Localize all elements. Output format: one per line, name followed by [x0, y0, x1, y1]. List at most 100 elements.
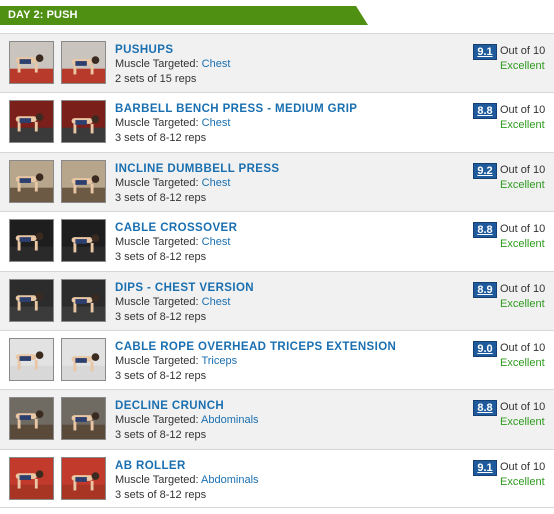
- rating-verdict: Excellent: [500, 178, 545, 191]
- rating: 9.1 Out of 10 Excellent: [473, 459, 553, 494]
- sets-reps: 3 sets of 8-12 reps: [115, 132, 207, 145]
- bench-press-start-image[interactable]: [9, 100, 54, 144]
- muscle-targeted: Muscle Targeted: Chest: [115, 57, 455, 72]
- muscle-targeted-label: Muscle Targeted:: [115, 354, 199, 367]
- muscle-targeted: Muscle Targeted: Chest: [115, 176, 455, 191]
- bench-press-end-image[interactable]: [61, 100, 106, 144]
- incline-press-start-image[interactable]: [9, 159, 54, 203]
- ab-roller-end-image[interactable]: [61, 456, 106, 500]
- decline-crunch-end-image[interactable]: [61, 397, 106, 441]
- rating-score-badge[interactable]: 8.9: [473, 281, 497, 298]
- exercise-info: BARBELL BENCH PRESS - MEDIUM GRIP Muscle …: [115, 102, 455, 146]
- exercise-title-link[interactable]: AB ROLLER: [115, 459, 455, 473]
- rating-out-of: Out of 10: [500, 223, 546, 236]
- exercise-row: PUSHUPS Muscle Targeted: Chest 2 sets of 1…: [0, 33, 554, 93]
- exercise-info: CABLE ROPE OVERHEAD TRICEPS EXTENSION Mus…: [115, 340, 455, 384]
- exercise-info: INCLINE DUMBBELL PRESS Muscle Targeted: C…: [115, 162, 455, 206]
- muscle-link[interactable]: Chest: [202, 58, 231, 70]
- exercise-info: PUSHUPS Muscle Targeted: Chest 2 sets of 1…: [115, 43, 455, 87]
- day-title: DAY 2: PUSH: [8, 9, 78, 21]
- rating-score-badge[interactable]: 8.8: [473, 222, 497, 239]
- exercise-title-link[interactable]: PUSHUPS: [115, 43, 455, 57]
- rating-verdict: Excellent: [500, 297, 545, 310]
- sets-reps: 3 sets of 8-12 reps: [115, 191, 207, 204]
- decline-crunch-start-image[interactable]: [9, 397, 54, 441]
- rating-out-of: Out of 10: [500, 45, 546, 57]
- pushup-end-image[interactable]: [61, 41, 106, 84]
- exercise-title-link[interactable]: BARBELL BENCH PRESS - MEDIUM GRIP: [115, 102, 455, 116]
- muscle-link[interactable]: Chest: [202, 296, 231, 308]
- muscle-link[interactable]: Chest: [202, 117, 231, 129]
- rating-verdict: Excellent: [500, 119, 545, 132]
- muscle-link[interactable]: Chest: [202, 177, 231, 189]
- muscle-targeted: Muscle Targeted: Chest: [115, 295, 455, 310]
- exercise-row: INCLINE DUMBBELL PRESS Muscle Targeted: C…: [0, 151, 554, 212]
- rating-score-badge[interactable]: 9.0: [473, 340, 497, 357]
- exercise-list: PUSHUPS Muscle Targeted: Chest 2 sets of 1…: [0, 33, 554, 509]
- day-header: DAY 2: PUSH: [0, 6, 368, 25]
- exercise-row: AB ROLLER Muscle Targeted: Abdominals 3 se…: [0, 448, 554, 509]
- rating-out-of: Out of 10: [500, 104, 546, 117]
- muscle-link[interactable]: Abdominals: [201, 474, 258, 486]
- muscle-targeted-label: Muscle Targeted:: [115, 473, 199, 486]
- exercise-title-link[interactable]: DECLINE CRUNCH: [115, 399, 455, 413]
- sets-reps: 3 sets of 8-12 reps: [115, 369, 207, 382]
- incline-press-end-image[interactable]: [61, 159, 106, 203]
- exercise-title-link[interactable]: CABLE CROSSOVER: [115, 221, 455, 235]
- rating-score-badge[interactable]: 8.8: [473, 400, 497, 417]
- triceps-extension-start-image[interactable]: [9, 337, 54, 381]
- exercise-row: CABLE ROPE OVERHEAD TRICEPS EXTENSION Mus…: [0, 329, 554, 389]
- muscle-link[interactable]: Triceps: [201, 355, 237, 367]
- rating: 8.8 Out of 10 Excellent: [473, 103, 553, 137]
- rating-verdict: Excellent: [500, 238, 545, 251]
- exercise-row: CABLE CROSSOVER Muscle Targeted: Chest 3 s…: [0, 211, 554, 270]
- muscle-targeted-label: Muscle Targeted:: [115, 117, 199, 130]
- muscle-targeted: Muscle Targeted: Chest: [115, 235, 455, 250]
- muscle-targeted: Muscle Targeted: Triceps: [115, 354, 455, 369]
- exercise-row: BARBELL BENCH PRESS - MEDIUM GRIP Muscle …: [0, 92, 554, 151]
- muscle-targeted-label: Muscle Targeted:: [115, 176, 199, 189]
- rating: 9.2 Out of 10 Excellent: [473, 162, 553, 197]
- exercise-info: DECLINE CRUNCH Muscle Targeted: Abdominal…: [115, 399, 455, 443]
- rating: 8.8 Out of 10 Excellent: [473, 400, 553, 434]
- sets-reps: 2 sets of 15 reps: [115, 73, 197, 85]
- muscle-targeted-label: Muscle Targeted:: [115, 414, 199, 427]
- rating-out-of: Out of 10: [500, 341, 546, 354]
- rating-verdict: Excellent: [500, 356, 545, 369]
- rating-out-of: Out of 10: [500, 401, 546, 414]
- cable-crossover-end-image[interactable]: [61, 219, 106, 263]
- rating: 9.0 Out of 10 Excellent: [473, 340, 553, 375]
- exercise-title-link[interactable]: CABLE ROPE OVERHEAD TRICEPS EXTENSION: [115, 340, 455, 354]
- muscle-link[interactable]: Abdominals: [201, 414, 258, 426]
- exercise-info: DIPS - CHEST VERSION Muscle Targeted: Che…: [115, 281, 455, 325]
- exercise-title-link[interactable]: DIPS - CHEST VERSION: [115, 281, 455, 295]
- exercise-info: AB ROLLER Muscle Targeted: Abdominals 3 se…: [115, 459, 455, 503]
- exercise-title-link[interactable]: INCLINE DUMBBELL PRESS: [115, 162, 455, 176]
- muscle-targeted-label: Muscle Targeted:: [115, 58, 199, 70]
- pushup-start-image[interactable]: [9, 41, 54, 84]
- rating-score-badge[interactable]: 9.1: [473, 459, 497, 476]
- dips-end-image[interactable]: [61, 278, 106, 322]
- rating-score-badge[interactable]: 8.8: [473, 103, 497, 120]
- exercise-row: DECLINE CRUNCH Muscle Targeted: Abdominal…: [0, 389, 554, 449]
- exercise-info: CABLE CROSSOVER Muscle Targeted: Chest 3 s…: [115, 221, 455, 265]
- sets-reps: 3 sets of 8-12 reps: [115, 251, 207, 264]
- muscle-targeted-label: Muscle Targeted:: [115, 236, 199, 249]
- dips-start-image[interactable]: [9, 278, 54, 322]
- triceps-extension-end-image[interactable]: [61, 337, 106, 381]
- rating-out-of: Out of 10: [500, 460, 546, 473]
- rating: 8.9 Out of 10 Excellent: [473, 281, 553, 316]
- rating: 8.8 Out of 10 Excellent: [473, 222, 553, 256]
- muscle-targeted: Muscle Targeted: Abdominals: [115, 413, 455, 428]
- rating-score-badge[interactable]: 9.1: [473, 44, 497, 60]
- ab-roller-start-image[interactable]: [9, 456, 54, 500]
- rating-out-of: Out of 10: [500, 163, 546, 176]
- muscle-targeted: Muscle Targeted: Chest: [115, 116, 455, 131]
- cable-crossover-start-image[interactable]: [9, 219, 54, 263]
- muscle-link[interactable]: Chest: [202, 236, 231, 248]
- rating: 9.1 Out of 10 Excellent: [473, 44, 553, 78]
- muscle-targeted: Muscle Targeted: Abdominals: [115, 473, 455, 488]
- rating-out-of: Out of 10: [500, 282, 546, 295]
- rating-verdict: Excellent: [500, 416, 545, 429]
- rating-score-badge[interactable]: 9.2: [473, 162, 497, 179]
